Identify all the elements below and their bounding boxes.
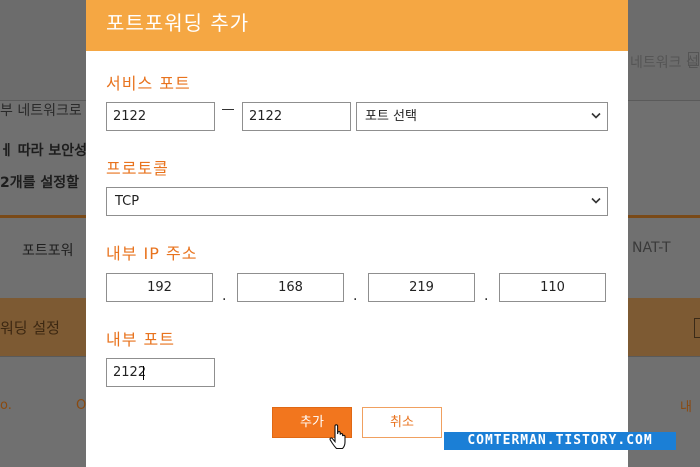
bg-text: 내 — [680, 400, 692, 415]
bg-tab: 포트포워 — [22, 243, 74, 259]
internal-port-input[interactable] — [106, 358, 215, 387]
ip-octet-2-input[interactable] — [237, 273, 344, 302]
chevron-down-icon — [591, 197, 601, 204]
service-port-end-input[interactable] — [242, 102, 351, 131]
ip-separator: . — [484, 288, 489, 304]
bg-text: o. — [0, 398, 12, 413]
internal-port-label: 내부 포트 — [106, 330, 175, 349]
bg-text: 부 네트워크로 — [0, 103, 82, 119]
text-caret — [143, 366, 144, 380]
dialog-header: 포트포워딩 추가 — [86, 0, 628, 51]
bg-text: 워딩 설정 — [0, 319, 60, 337]
dialog-title: 포트포워딩 추가 — [106, 11, 250, 35]
service-port-start-input[interactable] — [106, 102, 215, 131]
ip-octet-3-input[interactable] — [368, 273, 475, 302]
internal-ip-label: 내부 IP 주소 — [106, 244, 198, 263]
port-forwarding-dialog: 포트포워딩 추가 서비스 포트 포트 선택 프로토콜 TCP 내부 IP 주소 … — [86, 0, 628, 467]
port-select-value: 포트 선택 — [365, 109, 417, 124]
bg-text: O — [76, 398, 87, 413]
cancel-button[interactable]: 취소 — [362, 407, 442, 438]
watermark-banner: COMTERMAN.TISTORY.COM — [444, 432, 676, 450]
bg-text: ㅔ 따라 보안성 — [0, 143, 88, 159]
hand-cursor-icon — [329, 424, 346, 450]
ip-separator: . — [222, 288, 227, 304]
bg-tab: NAT-T — [632, 240, 671, 256]
service-port-label: 서비스 포트 — [106, 74, 191, 93]
bg-icon — [688, 52, 699, 66]
bg-icon — [694, 318, 700, 338]
chevron-down-icon — [591, 112, 601, 119]
ip-separator: . — [353, 288, 358, 304]
ip-octet-4-input[interactable] — [499, 273, 606, 302]
port-select-dropdown[interactable]: 포트 선택 — [356, 102, 608, 131]
bg-text: 2개를 설정할 — [0, 175, 80, 191]
protocol-label: 프로토콜 — [106, 159, 169, 178]
protocol-select-value: TCP — [115, 194, 140, 209]
range-dash — [222, 109, 234, 110]
protocol-select-dropdown[interactable]: TCP — [106, 187, 608, 216]
ip-octet-1-input[interactable] — [106, 273, 213, 302]
